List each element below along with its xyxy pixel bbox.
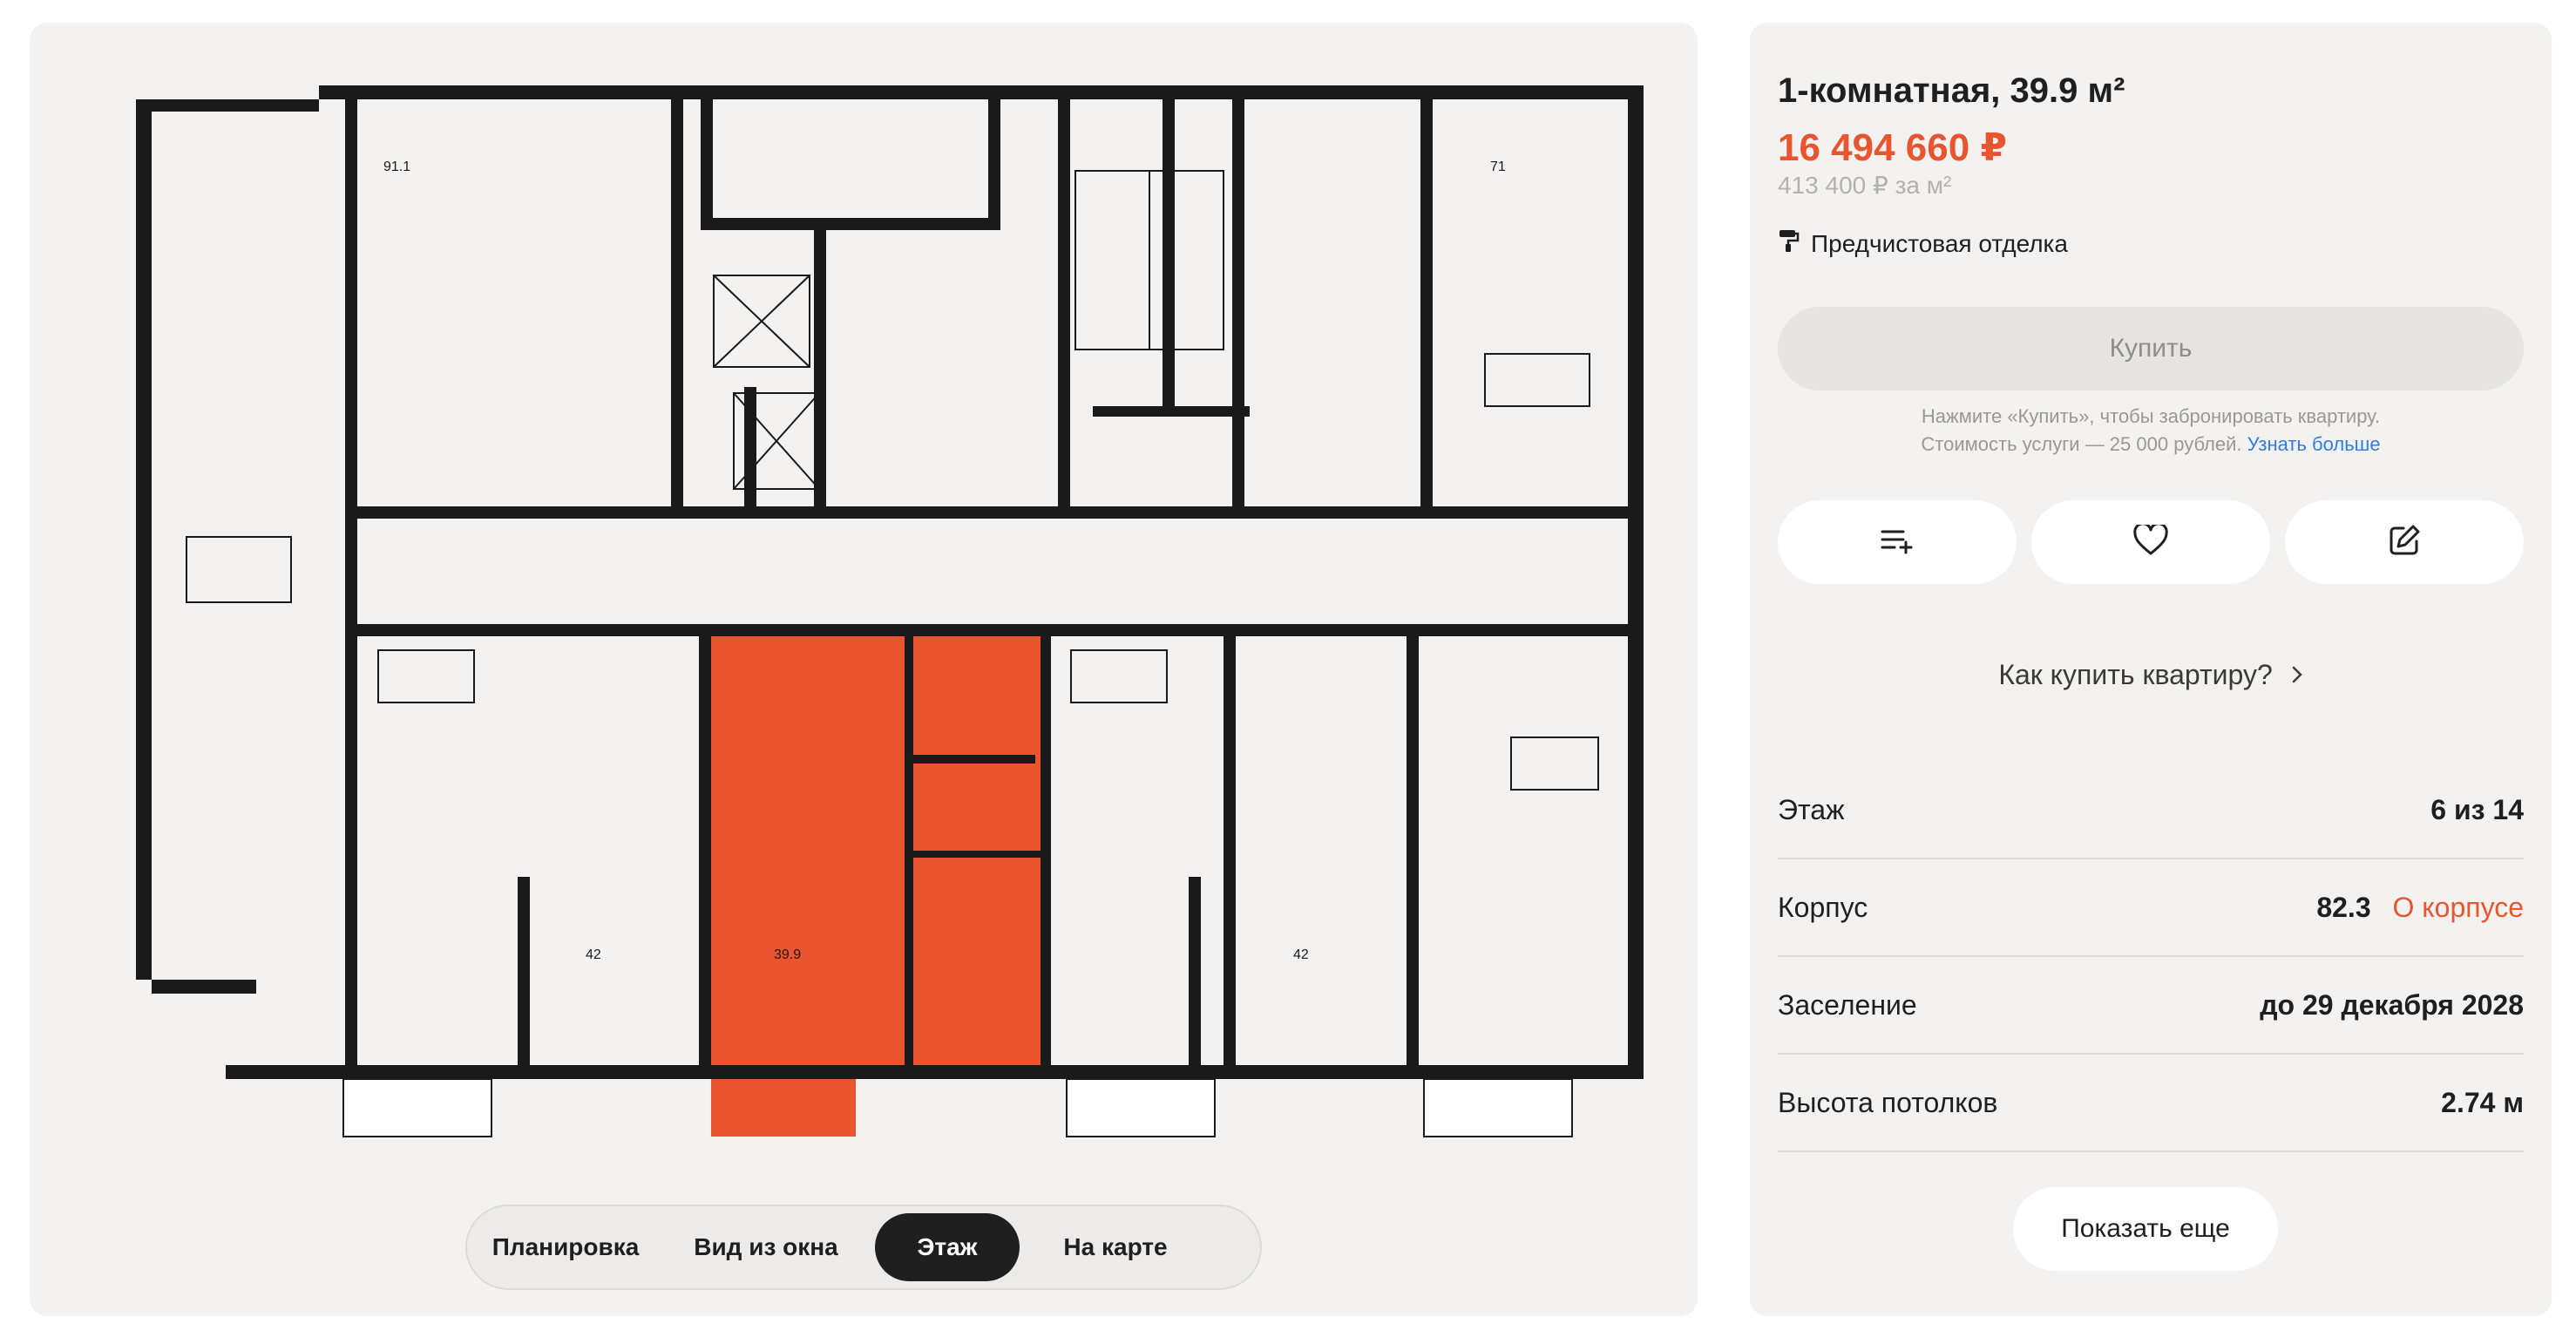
edit-button[interactable] — [2285, 500, 2524, 584]
detail-row-building: Корпус 82.3 О корпусе — [1778, 859, 2524, 957]
detail-label: Заселение — [1778, 988, 1917, 1021]
tab-map[interactable]: На карте — [1020, 1213, 1211, 1281]
price-per-m2: 413 400 ₽ за м² — [1778, 172, 1952, 199]
buy-note: Нажмите «Купить», чтобы забронировать кв… — [1778, 403, 2524, 458]
detail-value: 2.74 м — [2441, 1086, 2524, 1118]
apartment-price: 16 494 660 ₽ — [1778, 126, 2008, 169]
area-label-1: 91.1 — [383, 160, 410, 174]
area-label-4: 39.9 — [774, 947, 801, 962]
how-to-buy-link[interactable]: Как купить квартиру? — [1778, 659, 2524, 691]
detail-row-floor: Этаж 6 из 14 — [1778, 762, 2524, 859]
apartment-title: 1-комнатная, 39.9 м² — [1778, 71, 2125, 110]
detail-row-ceiling: Высота потолков 2.74 м — [1778, 1055, 2524, 1152]
detail-value: 82.3 — [2316, 891, 2371, 923]
detail-label: Высота потолков — [1778, 1086, 1998, 1118]
favorite-button[interactable] — [2031, 500, 2270, 584]
finish-label: Предчистовая отделка — [1811, 229, 2068, 257]
show-more-button[interactable]: Показать еще — [2013, 1187, 2278, 1271]
tab-layout[interactable]: Планировка — [474, 1213, 657, 1281]
detail-value: до 29 декабря 2028 — [2260, 988, 2524, 1021]
detail-label: Корпус — [1778, 891, 1868, 923]
area-label-5: 42 — [1293, 947, 1309, 962]
balconies — [342, 1078, 1573, 1137]
how-to-buy-label: Как купить квартиру? — [1998, 659, 2273, 690]
tab-window-view[interactable]: Вид из окна — [657, 1213, 875, 1281]
learn-more-link[interactable]: Узнать больше — [2247, 433, 2381, 455]
highlighted-apartment[interactable] — [711, 636, 1041, 1137]
buy-note-line2: Стоимость услуги — 25 000 рублей. Узнать… — [1778, 431, 2524, 458]
buy-note-line1: Нажмите «Купить», чтобы забронировать кв… — [1921, 405, 2381, 427]
paint-roller-icon — [1778, 228, 1800, 259]
chevron-right-icon — [2291, 659, 2303, 690]
tab-floor[interactable]: Этаж — [875, 1213, 1020, 1281]
detail-value-group: 82.3 О корпусе — [2316, 892, 2524, 924]
floor-plan: 91.1 71 42 39.9 42 — [136, 85, 1644, 1137]
finish-type: Предчистовая отделка — [1778, 228, 2068, 259]
floor-plan-card: 91.1 71 42 39.9 42 Планировка Вид из окн… — [30, 23, 1698, 1316]
detail-row-move-in: Заселение до 29 декабря 2028 — [1778, 957, 2524, 1055]
detail-label: Этаж — [1778, 793, 1845, 825]
view-switch: Планировка Вид из окна Этаж На карте — [465, 1205, 1262, 1290]
apartment-info-card: 1-комнатная, 39.9 м² 16 494 660 ₽ 413 40… — [1750, 23, 2552, 1316]
heart-icon — [2133, 521, 2168, 560]
area-label-3: 42 — [586, 947, 601, 962]
add-to-list-button[interactable] — [1778, 500, 2017, 584]
edit-icon — [2388, 524, 2421, 561]
buy-note-cost: Стоимость услуги — 25 000 рублей. — [1921, 433, 2242, 455]
add-to-list-icon — [1880, 526, 1915, 559]
detail-value: 6 из 14 — [2430, 793, 2524, 825]
buy-button[interactable]: Купить — [1778, 307, 2524, 390]
about-building-link[interactable]: О корпусе — [2393, 892, 2525, 923]
area-label-2: 71 — [1490, 160, 1506, 174]
